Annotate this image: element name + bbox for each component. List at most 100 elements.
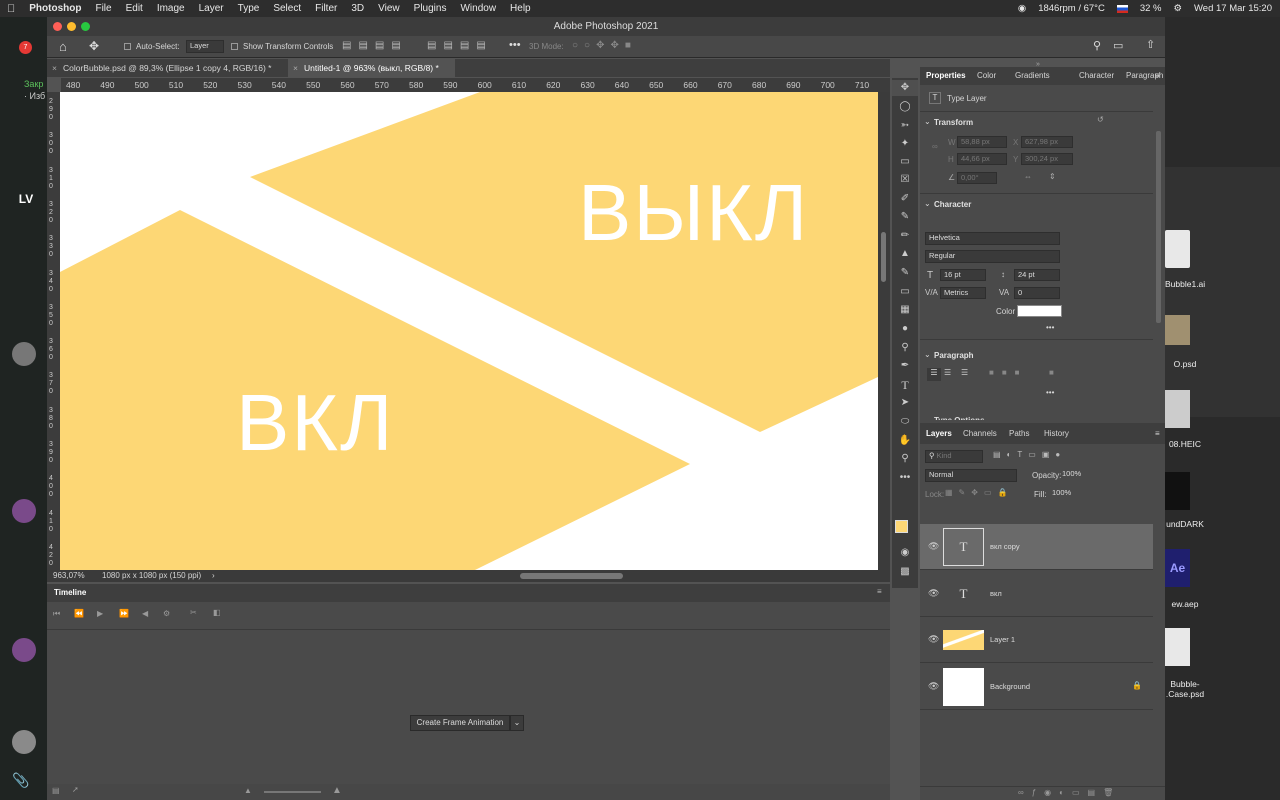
file-label[interactable]: Bubble- .Case.psd <box>1165 679 1205 699</box>
more-icon[interactable]: ••• <box>1046 323 1054 332</box>
menu-type[interactable]: Type <box>231 3 267 14</box>
more-tools-icon[interactable]: ••• <box>892 470 918 486</box>
menu-view[interactable]: View <box>371 3 407 14</box>
scroll-thumb[interactable] <box>881 232 886 282</box>
crop-tool-icon[interactable]: ▭ <box>892 154 918 170</box>
move-tool-icon[interactable]: ✥ <box>892 80 918 96</box>
chevron-right-icon[interactable]: › <box>212 570 215 582</box>
workspace-icon[interactable]: ▭ <box>1113 39 1123 52</box>
transform-title[interactable]: Transform <box>934 118 973 127</box>
transition-icon[interactable]: ◧ <box>213 608 221 617</box>
layer-name[interactable]: Layer 1 <box>990 617 1015 663</box>
record-icon[interactable]: ◉ <box>1018 3 1026 14</box>
layer-row[interactable]: 👁 Layer 1 <box>920 617 1153 663</box>
font-style-dropdown[interactable]: Regular <box>925 250 1060 263</box>
file-label[interactable]: 08.HEIC <box>1165 439 1205 449</box>
render-icon[interactable]: ➚ <box>72 785 79 794</box>
link-icon[interactable]: ∞ <box>932 142 938 151</box>
hand-tool-icon[interactable]: ✋ <box>892 433 918 449</box>
search-icon[interactable]: ⚲ <box>1093 39 1101 52</box>
flip-vertical-icon[interactable]: ⇕ <box>1049 172 1056 181</box>
layer-thumbnail[interactable]: T <box>943 528 984 566</box>
lasso-tool-icon[interactable]: ➳ <box>892 118 918 134</box>
lock-icons[interactable]: ▦✎✥▭🔒 <box>945 488 1013 497</box>
character-title[interactable]: Character <box>934 200 971 209</box>
reset-icon[interactable]: ↺ <box>1097 115 1104 124</box>
doc-tab-colorbubble[interactable]: × ColorBubble.psd @ 89,3% (Ellipse 1 cop… <box>47 59 289 77</box>
clock[interactable]: Wed 17 Mar 15:20 <box>1194 3 1272 14</box>
font-family-dropdown[interactable]: Helvetica <box>925 232 1060 245</box>
panel-menu-icon[interactable]: ≡ <box>1155 67 1160 85</box>
horizontal-scroll-thumb[interactable] <box>520 573 623 579</box>
stamp-tool-icon[interactable]: ▲ <box>892 246 918 262</box>
apple-icon[interactable]:  <box>0 3 22 15</box>
foreground-color-swatch[interactable] <box>895 520 908 533</box>
avatar[interactable] <box>12 730 36 754</box>
fill-field[interactable]: 100% <box>1049 488 1079 501</box>
x-field[interactable]: 627,98 px <box>1021 136 1073 148</box>
healing-brush-icon[interactable]: ✎ <box>892 209 918 225</box>
flip-horizontal-icon[interactable]: ⇔ <box>1024 172 1032 181</box>
zoom-level[interactable]: 963,07% <box>53 570 85 582</box>
tracking-field[interactable]: 0 <box>1014 287 1060 299</box>
file-icon[interactable] <box>1165 472 1190 510</box>
eraser-tool-icon[interactable]: ▭ <box>892 284 918 300</box>
flag-icon[interactable] <box>1116 4 1128 13</box>
panel-menu-icon[interactable]: ≡ <box>877 587 882 596</box>
path-select-icon[interactable]: ➤ <box>892 395 918 411</box>
layer-row[interactable]: 👁 Background 🔒 <box>920 664 1153 710</box>
file-label[interactable]: Bubble1.ai <box>1165 279 1205 289</box>
menu-edit[interactable]: Edit <box>119 3 150 14</box>
chevron-down-icon[interactable]: ⌄ <box>924 350 931 359</box>
tab-character[interactable]: Character <box>1079 67 1114 85</box>
menu-image[interactable]: Image <box>150 3 192 14</box>
minimize-button[interactable] <box>67 22 76 31</box>
visibility-eye-icon[interactable]: 👁 <box>928 681 939 692</box>
blend-mode-dropdown[interactable]: Normal <box>925 469 1017 482</box>
text-color-swatch[interactable] <box>1017 305 1062 317</box>
doc-tab-untitled[interactable]: × Untitled-1 @ 963% (выкл, RGB/8) * <box>288 59 455 77</box>
visibility-eye-icon[interactable]: 👁 <box>928 634 939 645</box>
ellipse-tool-icon[interactable]: ⬭ <box>892 414 918 430</box>
opacity-field[interactable]: 100% <box>1059 469 1089 482</box>
dodge-tool-icon[interactable]: ⚲ <box>892 340 918 356</box>
first-frame-icon[interactable]: ⏮ <box>53 609 60 619</box>
tab-paths[interactable]: Paths <box>1009 423 1029 441</box>
zoom-button[interactable] <box>81 22 90 31</box>
menu-filter[interactable]: Filter <box>308 3 344 14</box>
close-button[interactable] <box>53 22 62 31</box>
home-icon[interactable]: ⌂ <box>59 39 67 54</box>
next-frame-icon[interactable]: ⏩ <box>119 609 129 618</box>
text-off[interactable]: ВЫКЛ <box>578 168 809 257</box>
menu-layer[interactable]: Layer <box>192 3 231 14</box>
panel-menu-icon[interactable]: ≡ <box>1155 423 1160 441</box>
layer-name[interactable]: Background <box>990 664 1030 710</box>
auto-select-checkbox[interactable] <box>124 43 131 50</box>
layer-name[interactable]: вкл <box>990 571 1002 617</box>
file-icon[interactable] <box>1165 390 1190 428</box>
align-right-icon[interactable]: ☰ <box>961 368 968 377</box>
paragraph-title[interactable]: Paragraph <box>934 351 974 360</box>
tab-properties[interactable]: Properties <box>926 67 966 85</box>
share-icon[interactable]: ⇧ <box>1146 38 1155 51</box>
chevron-down-icon[interactable]: ⌄ <box>924 199 931 208</box>
layer-thumbnail[interactable] <box>943 668 984 706</box>
avatar[interactable] <box>12 499 36 523</box>
battery-status[interactable]: 32 % <box>1140 3 1162 14</box>
attach-icon[interactable]: 📎 <box>12 772 29 789</box>
document-canvas[interactable]: ВЫКЛ ВКЛ <box>60 92 878 570</box>
layer-name[interactable]: вкл copy <box>990 524 1020 570</box>
justify-icons[interactable]: ■■■ <box>989 368 1028 377</box>
convert-icon[interactable]: ▤ <box>52 786 60 795</box>
tab-channels[interactable]: Channels <box>963 423 997 441</box>
audio-icon[interactable]: ◀ <box>142 609 148 618</box>
create-frame-animation-button[interactable]: Create Frame Animation <box>410 715 510 731</box>
lv-logo-icon[interactable]: LV <box>14 187 38 211</box>
layer-filter-kind[interactable]: ⚲ Kind <box>925 450 983 463</box>
file-label[interactable]: undDARK <box>1165 519 1205 529</box>
layer-row[interactable]: 👁 T вкл <box>920 571 1153 617</box>
marquee-tool-icon[interactable]: ◯ <box>892 99 918 115</box>
brush-tool-icon[interactable]: ✏ <box>892 228 918 244</box>
menu-select[interactable]: Select <box>266 3 308 14</box>
menu-help[interactable]: Help <box>503 3 538 14</box>
